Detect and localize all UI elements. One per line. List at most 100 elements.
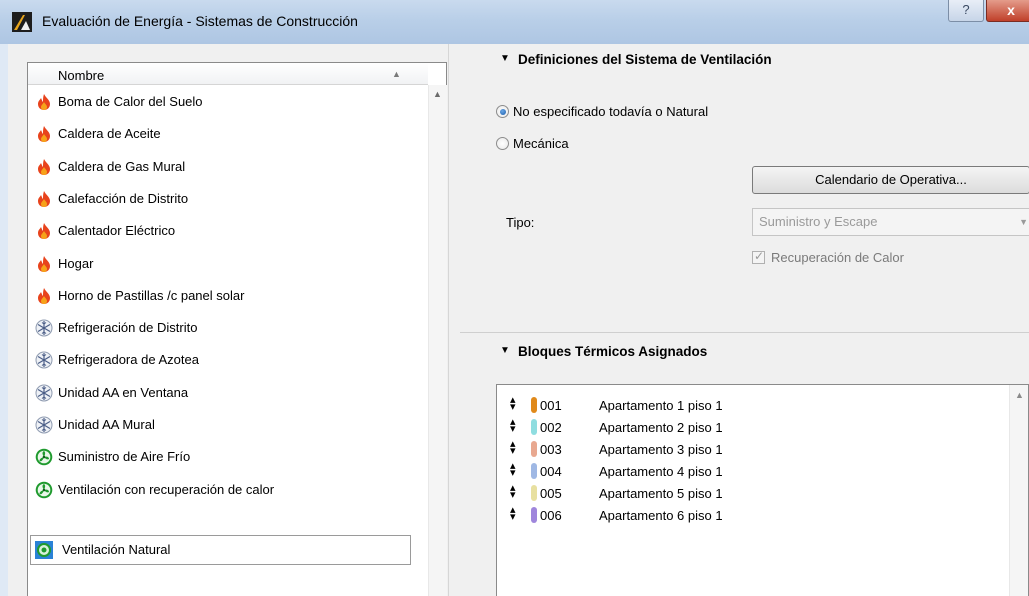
table-row[interactable]: ▴ ▾ 005 Apartamento 5 piso 1 <box>497 482 997 504</box>
list-item[interactable]: Caldera de Gas Mural <box>30 152 410 182</box>
dialog-body: Nombre ▲ ▲ Boma de Calor del Suelo Calder… <box>8 44 1029 596</box>
list-item[interactable]: Refrigeradora de Azotea <box>30 345 410 375</box>
flame-icon <box>35 255 53 273</box>
list-item[interactable]: Caldera de Aceite <box>30 119 410 149</box>
radio-mechanical-label: Mecánica <box>513 136 569 151</box>
block-code: 005 <box>540 486 562 501</box>
heat-recovery-label: Recuperación de Calor <box>771 250 904 265</box>
systems-pane: Nombre ▲ ▲ Boma de Calor del Suelo Calder… <box>8 44 449 596</box>
checkmark-icon: ✓ <box>754 249 765 263</box>
natural-ventilation-icon <box>35 541 53 559</box>
blocks-scrollbar[interactable]: ▲ <box>1009 385 1028 596</box>
reorder-handle-icon[interactable]: ▴ ▾ <box>510 483 516 501</box>
list-item-label: Calefacción de Distrito <box>58 190 189 206</box>
help-button[interactable]: ? <box>948 0 984 22</box>
list-item[interactable]: Hogar <box>30 249 410 279</box>
ventilation-section-title: Definiciones del Sistema de Ventilación <box>518 52 772 67</box>
details-pane: ▼ Definiciones del Sistema de Ventilació… <box>460 44 1029 596</box>
radio-natural-indicator[interactable] <box>496 105 509 118</box>
block-name: Apartamento 2 piso 1 <box>599 420 723 435</box>
radio-natural-label: No especificado todavía o Natural <box>513 104 709 119</box>
snowflake-icon <box>35 416 53 434</box>
list-item[interactable]: Calentador Eléctrico <box>30 216 410 246</box>
radio-mechanical-indicator[interactable] <box>496 137 509 150</box>
block-name: Apartamento 3 piso 1 <box>599 442 723 457</box>
window-title: Evaluación de Energía - Sistemas de Cons… <box>42 13 358 29</box>
reorder-handle-icon[interactable]: ▴ ▾ <box>510 439 516 457</box>
heat-recovery-box[interactable]: ✓ <box>752 249 765 264</box>
block-color-swatch <box>531 397 537 413</box>
block-color-swatch <box>531 441 537 457</box>
block-name: Apartamento 5 piso 1 <box>599 486 723 501</box>
list-item-label: Refrigeración de Distrito <box>58 320 198 336</box>
list-item-label: Suministro de Aire Frío <box>58 449 191 465</box>
table-row[interactable]: ▴ ▾ 006 Apartamento 6 piso 1 <box>497 504 997 526</box>
chevron-down-icon: ▼ <box>1019 217 1028 227</box>
list-header-nombre[interactable]: Nombre ▲ <box>28 63 428 85</box>
block-name: Apartamento 1 piso 1 <box>599 398 723 413</box>
operation-schedule-button[interactable]: Calendario de Operativa... <box>752 166 1029 194</box>
block-code: 004 <box>540 464 562 479</box>
list-item-label: Ventilación con recuperación de calor <box>58 481 275 497</box>
list-item[interactable]: Refrigeración de Distrito <box>30 313 410 343</box>
list-item-label: Hogar <box>58 255 94 271</box>
fan-icon <box>35 481 53 499</box>
list-scrollbar[interactable]: ▲ <box>428 85 447 596</box>
table-row[interactable]: ▴ ▾ 003 Apartamento 3 piso 1 <box>497 438 997 460</box>
scroll-up-icon[interactable]: ▲ <box>1015 390 1024 400</box>
thermal-blocks-list[interactable]: ▴ ▾ 001 Apartamento 1 piso 1 ▴ ▾ 002 Apartament… <box>496 384 1029 596</box>
snowflake-icon <box>35 351 53 369</box>
block-code: 006 <box>540 508 562 523</box>
list-item-label: Horno de Pastillas /c panel solar <box>58 287 245 303</box>
flame-icon <box>35 222 53 240</box>
block-color-swatch <box>531 507 537 523</box>
list-item[interactable]: Unidad AA Mural <box>30 410 410 440</box>
list-item[interactable]: Ventilación con recuperación de calor <box>30 475 410 505</box>
block-color-swatch <box>531 419 537 435</box>
ventilation-section-header[interactable]: ▼ Definiciones del Sistema de Ventilació… <box>460 44 1029 76</box>
block-code: 002 <box>540 420 562 435</box>
list-item[interactable]: Calefacción de Distrito <box>30 184 410 214</box>
list-item-label: Caldera de Aceite <box>58 126 161 142</box>
column-header-label: Nombre <box>58 68 105 83</box>
table-row[interactable]: ▴ ▾ 004 Apartamento 4 piso 1 <box>497 460 997 482</box>
list-item[interactable]: Ventilación Natural <box>30 535 411 565</box>
close-button[interactable]: x <box>986 0 1029 22</box>
snowflake-icon <box>35 319 53 337</box>
systems-list[interactable]: Nombre ▲ ▲ Boma de Calor del Suelo Calder… <box>27 62 447 596</box>
flame-icon <box>35 190 53 208</box>
reorder-handle-icon[interactable]: ▴ ▾ <box>510 417 516 435</box>
list-item-label: Caldera de Gas Mural <box>58 158 186 174</box>
title-bar: Evaluación de Energía - Sistemas de Cons… <box>0 0 1029 44</box>
fan-icon <box>35 448 53 466</box>
blocks-section-header[interactable]: ▼ Bloques Térmicos Asignados <box>460 336 1029 368</box>
flame-icon <box>35 125 53 143</box>
scroll-up-icon[interactable]: ▲ <box>433 89 442 99</box>
block-color-swatch <box>531 485 537 501</box>
list-item[interactable]: Suministro de Aire Frío <box>30 442 410 472</box>
sort-ascending-icon: ▲ <box>392 69 401 79</box>
flame-icon <box>35 287 53 305</box>
app-logo-icon <box>12 12 32 32</box>
blocks-section-title: Bloques Térmicos Asignados <box>518 344 708 359</box>
list-item-label: Refrigeradora de Azotea <box>58 352 199 368</box>
list-item-label: Unidad AA Mural <box>58 417 155 432</box>
collapse-triangle-icon: ▼ <box>500 53 510 64</box>
section-divider <box>460 332 1029 333</box>
flame-icon <box>35 158 53 176</box>
list-item[interactable]: Horno de Pastillas /c panel solar <box>30 281 410 311</box>
flame-icon <box>35 93 53 111</box>
reorder-handle-icon[interactable]: ▴ ▾ <box>510 395 516 413</box>
type-label: Tipo: <box>506 215 535 230</box>
table-row[interactable]: ▴ ▾ 001 Apartamento 1 piso 1 <box>497 394 997 416</box>
list-item-label: Boma de Calor del Suelo <box>58 94 203 109</box>
type-dropdown[interactable]: Suministro y Escape ▼ <box>752 208 1029 236</box>
type-dropdown-value: Suministro y Escape <box>759 214 878 229</box>
table-row[interactable]: ▴ ▾ 002 Apartamento 2 piso 1 <box>497 416 997 438</box>
list-item[interactable]: Boma de Calor del Suelo <box>30 87 410 117</box>
list-item[interactable]: Unidad AA en Ventana <box>30 378 410 408</box>
reorder-handle-icon[interactable]: ▴ ▾ <box>510 461 516 479</box>
snowflake-icon <box>35 384 53 402</box>
reorder-handle-icon[interactable]: ▴ ▾ <box>510 505 516 523</box>
block-code: 001 <box>540 398 562 413</box>
